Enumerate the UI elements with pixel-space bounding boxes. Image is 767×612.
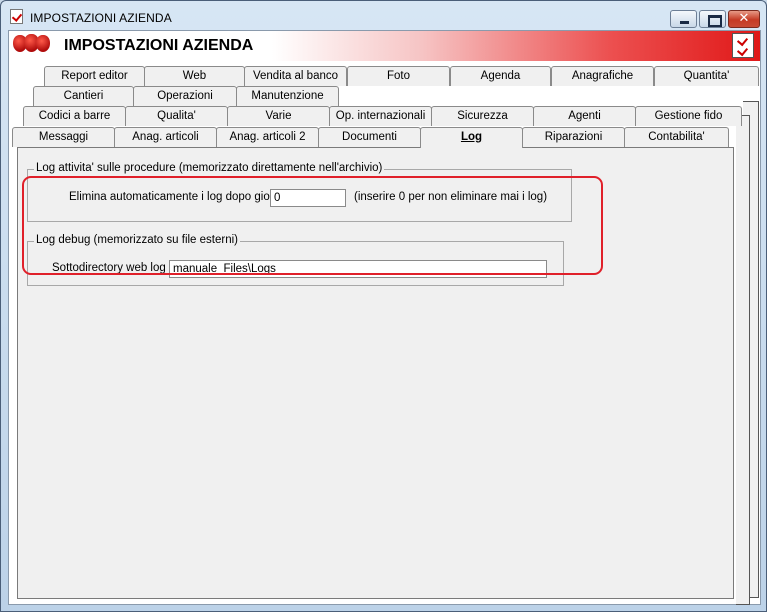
delete-days-hint: (inserire 0 per non eliminare mai i log) xyxy=(354,191,548,203)
log-activity-legend: Log attivita' sulle procedure (memorizza… xyxy=(34,162,385,174)
maximize-button[interactable] xyxy=(699,10,726,28)
window-title: IMPOSTAZIONI AZIENDA xyxy=(30,11,172,25)
tab-agenti[interactable]: Agenti xyxy=(533,106,636,126)
tab-documenti[interactable]: Documenti xyxy=(318,127,421,147)
tab-codici-a-barre[interactable]: Codici a barre xyxy=(23,106,126,126)
header-banner: IMPOSTAZIONI AZIENDA xyxy=(9,31,760,61)
web-log-dir-input[interactable] xyxy=(169,260,547,278)
delete-days-label: Elimina automaticamente i log dopo giorn… xyxy=(69,191,283,203)
tab-vendita-al-banco[interactable]: Vendita al banco xyxy=(244,66,347,86)
tab-panel-log: Log attivita' sulle procedure (memorizza… xyxy=(17,147,734,599)
tab-anag-articoli[interactable]: Anag. articoli xyxy=(114,127,217,147)
checklist-icon xyxy=(732,33,754,58)
tab-anagrafiche[interactable]: Anagrafiche xyxy=(551,66,654,86)
tab-sicurezza[interactable]: Sicurezza xyxy=(431,106,534,126)
tab-cantieri[interactable]: Cantieri xyxy=(33,86,134,106)
tab-messaggi[interactable]: Messaggi xyxy=(12,127,115,147)
tab-manutenzione[interactable]: Manutenzione xyxy=(236,86,339,106)
tab-log[interactable]: Log xyxy=(420,127,523,148)
tab-qualita[interactable]: Qualita' xyxy=(125,106,228,126)
tab-anag-articoli-2[interactable]: Anag. articoli 2 xyxy=(216,127,319,147)
tab-agenda[interactable]: Agenda xyxy=(450,66,551,86)
tab-quantita[interactable]: Quantita' xyxy=(654,66,759,86)
tab-op-internazionali[interactable]: Op. internazionali xyxy=(329,106,432,126)
tab-report-editor[interactable]: Report editor xyxy=(44,66,145,86)
strawberry-icon xyxy=(36,35,50,52)
delete-days-input[interactable] xyxy=(270,189,346,207)
minimize-button[interactable] xyxy=(670,10,697,28)
title-bar: IMPOSTAZIONI AZIENDA ✕ xyxy=(1,1,766,31)
page-title: IMPOSTAZIONI AZIENDA xyxy=(64,37,254,54)
close-icon: ✕ xyxy=(738,11,750,26)
tab-varie[interactable]: Varie xyxy=(227,106,330,126)
app-checklist-icon xyxy=(10,9,23,24)
client-area: IMPOSTAZIONI AZIENDA Report editor Web V… xyxy=(8,30,761,605)
tab-riparazioni[interactable]: Riparazioni xyxy=(522,127,625,147)
log-debug-group: Log debug (memorizzato su file esterni) … xyxy=(27,234,564,286)
tab-gestione-fido[interactable]: Gestione fido xyxy=(635,106,742,126)
close-button[interactable]: ✕ xyxy=(728,10,760,28)
tab-operazioni[interactable]: Operazioni xyxy=(133,86,237,106)
main-window: IMPOSTAZIONI AZIENDA ✕ IMPOSTAZIONI AZIE… xyxy=(0,0,767,612)
tab-foto[interactable]: Foto xyxy=(347,66,450,86)
tab-contabilita[interactable]: Contabilita' xyxy=(624,127,729,147)
log-activity-group: Log attivita' sulle procedure (memorizza… xyxy=(27,162,572,222)
log-debug-legend: Log debug (memorizzato su file esterni) xyxy=(34,234,240,246)
tab-sheet-back xyxy=(736,115,750,605)
web-log-dir-label: Sottodirectory web log : xyxy=(52,262,173,274)
tab-web[interactable]: Web xyxy=(144,66,245,86)
